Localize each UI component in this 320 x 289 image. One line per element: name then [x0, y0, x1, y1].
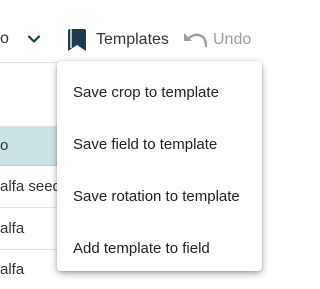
table-cell: alfa [0, 219, 25, 237]
bookmark-icon[interactable] [66, 28, 88, 52]
templates-menu: Save crop to template Save field to temp… [57, 61, 262, 271]
menu-item-save-field[interactable]: Save field to template [57, 119, 262, 171]
table-cell: alfa [0, 260, 25, 278]
toolbar-partial-text: o [0, 30, 9, 47]
undo-button: Undo [213, 31, 252, 48]
menu-item-add-template[interactable]: Add template to field [57, 223, 262, 275]
menu-item-save-rotation[interactable]: Save rotation to template [57, 171, 262, 223]
chevron-down-icon[interactable] [26, 31, 42, 47]
templates-button[interactable]: Templates [96, 30, 169, 50]
undo-icon [184, 33, 208, 48]
table-cell: o [0, 137, 9, 154]
table-cell: alfa seed [0, 177, 61, 195]
toolbar: o Templates Undo [0, 0, 255, 63]
menu-item-save-crop[interactable]: Save crop to template [57, 67, 262, 119]
